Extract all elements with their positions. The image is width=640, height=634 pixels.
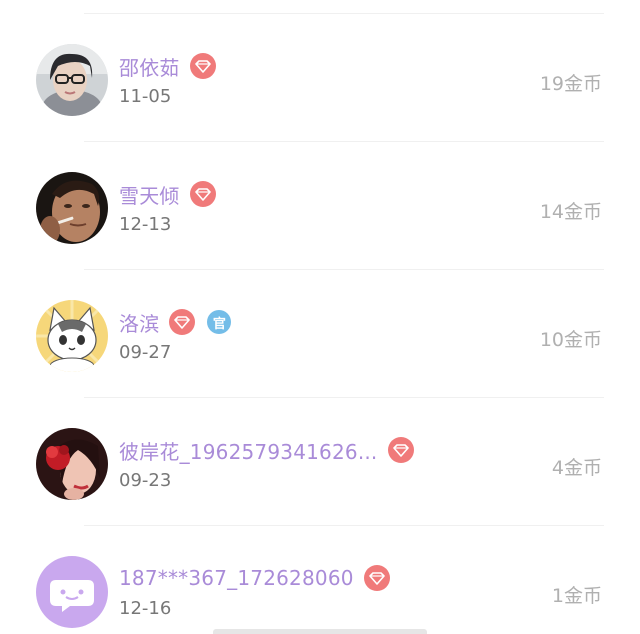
name-line: 邵依茹 <box>119 51 216 81</box>
scroll-indicator <box>213 629 427 634</box>
user-name[interactable]: 彼岸花_1962579341626... <box>119 436 378 465</box>
diamond-icon <box>169 309 196 335</box>
official-badge-label: 官 <box>212 316 226 332</box>
list-item[interactable]: 邵依茹 11-05 19金币 <box>0 13 640 141</box>
list-item[interactable]: 雪天倾 12-13 14金币 <box>0 141 640 269</box>
record-date: 11-05 <box>119 86 172 107</box>
avatar-image <box>36 44 108 116</box>
avatar-cartoon-cat[interactable] <box>36 300 108 372</box>
name-line: 洛滨 官 <box>119 307 232 337</box>
user-name[interactable]: 洛滨 <box>119 308 159 337</box>
gift-record-list: 邵依茹 11-05 19金币 雪天倾 12-13 14金币 洛滨 官 09-27… <box>0 0 640 634</box>
official-badge: 官 <box>207 310 232 334</box>
name-line: 187***367_172628060 <box>119 563 390 593</box>
avatar-image <box>36 300 108 372</box>
avatar-woman-red-flower[interactable] <box>36 428 108 500</box>
record-date: 12-16 <box>119 598 172 619</box>
coin-amount: 4金币 <box>551 457 602 479</box>
name-line: 彼岸花_1962579341626... <box>119 435 414 465</box>
avatar-man-smoking[interactable] <box>36 172 108 244</box>
diamond-icon <box>189 181 216 207</box>
coin-amount: 10金币 <box>539 329 602 351</box>
record-date: 09-23 <box>119 470 172 491</box>
list-item[interactable]: 187***367_172628060 12-16 1金币 <box>0 525 640 634</box>
record-date: 12-13 <box>119 214 172 235</box>
coin-amount: 1金币 <box>551 585 602 607</box>
avatar-image <box>36 172 108 244</box>
list-item[interactable]: 彼岸花_1962579341626... 09-23 4金币 <box>0 397 640 525</box>
diamond-icon <box>387 437 414 463</box>
avatar-image <box>36 556 108 628</box>
user-name[interactable]: 187***367_172628060 <box>119 566 354 590</box>
list-item[interactable]: 洛滨 官 09-27 10金币 <box>0 269 640 397</box>
user-name[interactable]: 邵依茹 <box>119 52 180 81</box>
user-name[interactable]: 雪天倾 <box>119 180 180 209</box>
name-line: 雪天倾 <box>119 179 216 209</box>
record-date: 09-27 <box>119 342 172 363</box>
avatar-image <box>36 428 108 500</box>
coin-amount: 19金币 <box>539 73 602 95</box>
diamond-icon <box>363 565 390 591</box>
coin-amount: 14金币 <box>539 201 602 223</box>
diamond-icon <box>189 53 216 79</box>
avatar-default-chat[interactable] <box>36 556 108 628</box>
avatar-girl-glasses[interactable] <box>36 44 108 116</box>
